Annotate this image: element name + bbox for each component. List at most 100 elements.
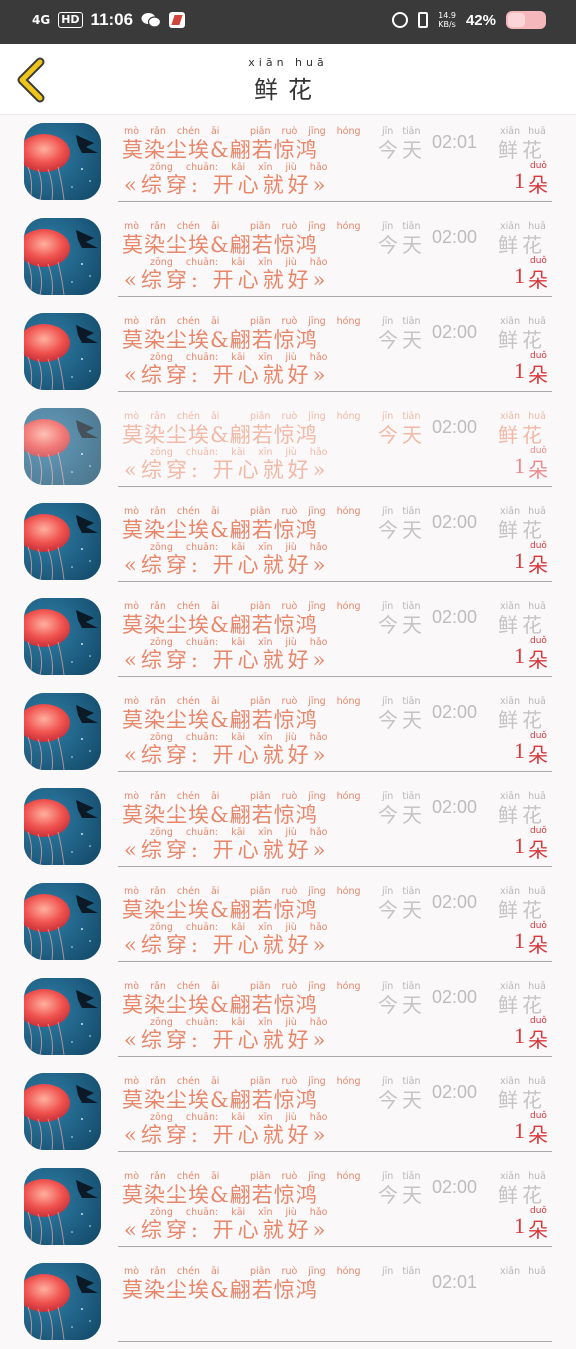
avatar[interactable]	[24, 218, 101, 295]
gift-name: 鲜花	[498, 613, 546, 637]
sender-text: 莫染尘埃	[122, 518, 210, 542]
partner-text: 翩若惊鸿	[229, 613, 318, 637]
unit-label: 朵	[528, 363, 548, 387]
sender-text: 莫染尘埃	[122, 233, 210, 257]
message-text: «综穿: 开心就好»	[124, 553, 330, 577]
gift-record-row[interactable]: mò rǎn chén āi 莫染尘埃&翩若惊鸿 piān ruò jīng h…	[0, 494, 576, 589]
avatar[interactable]	[24, 978, 101, 1055]
page-title-pinyin: xiān huā	[248, 56, 328, 69]
avatar[interactable]	[24, 788, 101, 865]
ampersand: &	[210, 898, 230, 922]
speed-value: 14.9	[438, 11, 456, 20]
sender-text: 莫染尘埃	[122, 613, 210, 637]
date-pinyin: jīn tiān	[382, 1266, 421, 1277]
message-text: «综穿: 开心就好»	[124, 363, 330, 387]
gift-name: 鲜花	[498, 708, 546, 732]
battery-icon	[506, 11, 546, 29]
message-text: «综穿: 开心就好»	[124, 268, 330, 292]
partner-pinyin: piān ruò jīng hóng	[250, 791, 361, 802]
gift-record-row[interactable]: mò rǎn chén āi 莫染尘埃&翩若惊鸿 piān ruò jīng h…	[0, 114, 576, 209]
partner-pinyin: piān ruò jīng hóng	[250, 411, 361, 422]
message-text: «综穿: 开心就好»	[124, 648, 330, 672]
avatar[interactable]	[24, 883, 101, 960]
sender-text: 莫染尘埃	[122, 803, 210, 827]
gift-record-row[interactable]: mò rǎn chén āi 莫染尘埃&翩若惊鸿 piān ruò jīng h…	[0, 1064, 576, 1159]
time-label: 02:00	[432, 797, 478, 817]
date-label: 今天	[378, 613, 426, 637]
sender-text: 莫染尘埃	[122, 993, 210, 1017]
partner-pinyin: piān ruò jīng hóng	[250, 126, 361, 137]
gift-count: 1	[514, 833, 525, 858]
ampersand: &	[210, 138, 230, 162]
partner-pinyin: piān ruò jīng hóng	[250, 316, 361, 327]
status-bar: 4G HD 11:06 14.9 KB/s 42%	[0, 0, 576, 44]
gift-record-row[interactable]: mò rǎn chén āi 莫染尘埃&翩若惊鸿 piān ruò jīng h…	[0, 874, 576, 969]
gift-record-list[interactable]: mò rǎn chén āi 莫染尘埃&翩若惊鸿 piān ruò jīng h…	[0, 114, 576, 1349]
partner-text: 翩若惊鸿	[229, 898, 318, 922]
avatar[interactable]	[24, 313, 101, 390]
alarm-icon	[392, 12, 409, 28]
date-label: 今天	[378, 898, 426, 922]
ampersand: &	[210, 328, 230, 352]
ampersand: &	[210, 803, 230, 827]
gift-record-row[interactable]: mò rǎn chén āi 莫染尘埃&翩若惊鸿 piān ruò jīng h…	[0, 1254, 576, 1349]
time-label: 02:00	[432, 702, 478, 722]
sender-text: 莫染尘埃	[122, 328, 210, 352]
gift-count: 1	[514, 168, 525, 193]
sender-name: 莫染尘埃&翩若惊鸿	[122, 1084, 318, 1114]
sender-text: 莫染尘埃	[122, 1278, 210, 1302]
ampersand: &	[210, 423, 230, 447]
gift-name: 鲜花	[498, 1183, 546, 1207]
partner-text: 翩若惊鸿	[229, 1278, 318, 1302]
gift-count: 1	[514, 548, 525, 573]
message-text: «综穿: 开心就好»	[124, 743, 330, 767]
sender-text: 莫染尘埃	[122, 1183, 210, 1207]
gift-record-row[interactable]: mò rǎn chén āi 莫染尘埃&翩若惊鸿 piān ruò jīng h…	[0, 304, 576, 399]
sender-name: 莫染尘埃&翩若惊鸿	[122, 229, 318, 259]
unit-label: 朵	[528, 933, 548, 957]
row-divider	[118, 961, 552, 962]
partner-pinyin: piān ruò jīng hóng	[250, 981, 361, 992]
partner-text: 翩若惊鸿	[229, 233, 318, 257]
sender-text: 莫染尘埃	[122, 423, 210, 447]
sender-text: 莫染尘埃	[122, 898, 210, 922]
sender-text: 莫染尘埃	[122, 138, 210, 162]
avatar[interactable]	[24, 1168, 101, 1245]
ampersand: &	[210, 993, 230, 1017]
avatar[interactable]	[24, 1073, 101, 1150]
partner-pinyin: piān ruò jīng hóng	[250, 601, 361, 612]
row-divider	[118, 1151, 552, 1152]
gift-record-row[interactable]: mò rǎn chén āi 莫染尘埃&翩若惊鸿 piān ruò jīng h…	[0, 399, 576, 494]
time-label: 02:00	[432, 987, 478, 1007]
avatar[interactable]	[24, 123, 101, 200]
vibrate-icon	[418, 12, 429, 28]
gift-record-row[interactable]: mò rǎn chén āi 莫染尘埃&翩若惊鸿 piān ruò jīng h…	[0, 969, 576, 1064]
gift-record-row[interactable]: mò rǎn chén āi 莫染尘埃&翩若惊鸿 piān ruò jīng h…	[0, 589, 576, 684]
gift-record-row[interactable]: mò rǎn chén āi 莫染尘埃&翩若惊鸿 piān ruò jīng h…	[0, 209, 576, 304]
partner-pinyin: piān ruò jīng hóng	[250, 1076, 361, 1087]
avatar[interactable]	[24, 598, 101, 675]
network-indicator: 4G	[32, 13, 51, 27]
gift-name: 鲜花	[498, 898, 546, 922]
partner-text: 翩若惊鸿	[229, 328, 318, 352]
avatar[interactable]	[24, 503, 101, 580]
row-divider	[118, 1246, 552, 1247]
row-divider	[118, 201, 552, 202]
partner-pinyin: piān ruò jīng hóng	[250, 506, 361, 517]
gift-record-row[interactable]: mò rǎn chén āi 莫染尘埃&翩若惊鸿 piān ruò jīng h…	[0, 779, 576, 874]
avatar[interactable]	[24, 693, 101, 770]
date-label: 今天	[378, 1183, 426, 1207]
avatar[interactable]	[24, 1263, 101, 1340]
partner-pinyin: piān ruò jīng hóng	[250, 221, 361, 232]
gift-record-row[interactable]: mò rǎn chén āi 莫染尘埃&翩若惊鸿 piān ruò jīng h…	[0, 1159, 576, 1254]
unit-label: 朵	[528, 458, 548, 482]
avatar[interactable]	[24, 408, 101, 485]
message-text: «综穿: 开心就好»	[124, 1123, 330, 1147]
ampersand: &	[210, 613, 230, 637]
unit-label: 朵	[528, 1028, 548, 1052]
sender-text: 莫染尘埃	[122, 708, 210, 732]
gift-name: 鲜花	[498, 803, 546, 827]
gift-record-row[interactable]: mò rǎn chén āi 莫染尘埃&翩若惊鸿 piān ruò jīng h…	[0, 684, 576, 779]
unit-label: 朵	[528, 173, 548, 197]
ampersand: &	[210, 518, 230, 542]
